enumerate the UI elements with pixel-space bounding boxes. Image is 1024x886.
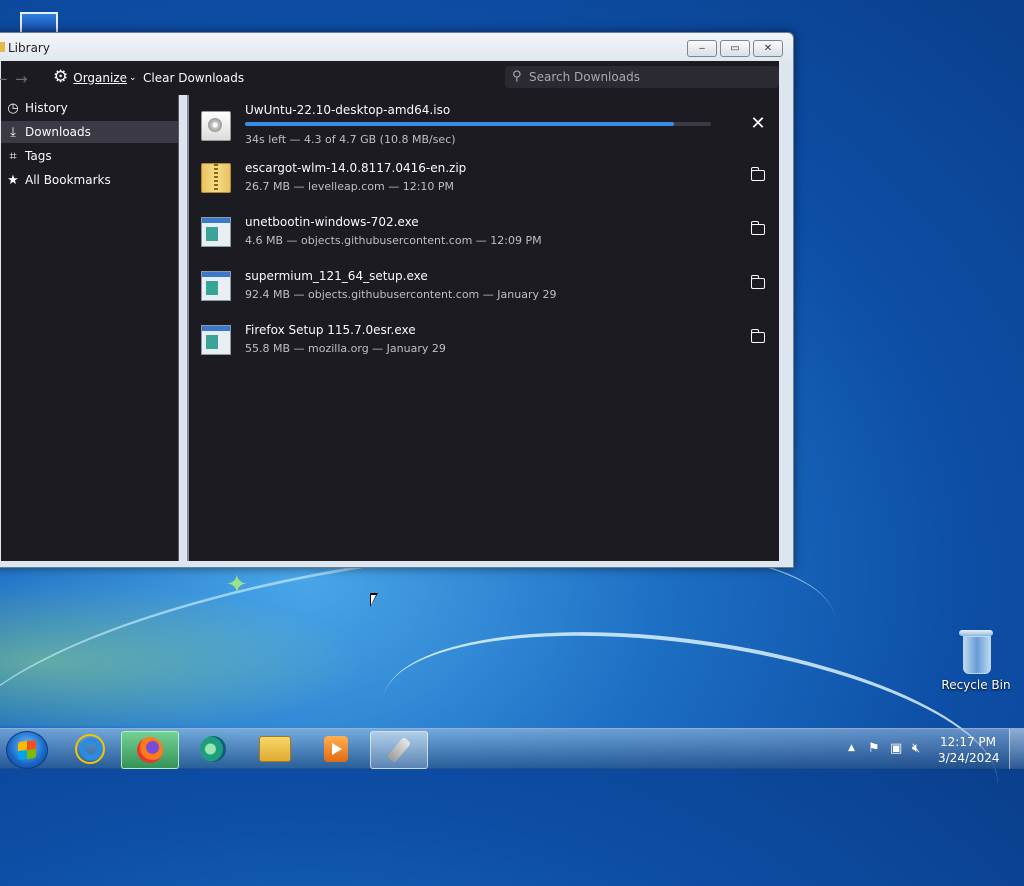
download-progress-bar [245, 122, 711, 126]
download-status: 55.8 MB — mozilla.org — January 29 [245, 342, 446, 355]
library-window: Library ‒ ▭ ✕ ← → ⚙ Organize ⌄ Clear Dow… [0, 32, 794, 568]
sidebar-item-tags[interactable]: ⌗ Tags [1, 145, 178, 167]
download-filename: UwUntu-22.10-desktop-amd64.iso [245, 103, 451, 117]
search-box[interactable]: ⚲ [505, 66, 779, 88]
organize-button[interactable]: ⚙ Organize ⌄ [53, 69, 137, 86]
progress-fill [245, 122, 674, 126]
tag-icon: ⌗ [9, 148, 17, 164]
wallpaper-leaf-icon: ✦ [226, 570, 248, 600]
download-row[interactable]: supermium_121_64_setup.exe 92.4 MB — obj… [189, 261, 779, 315]
sidebar-item-all-bookmarks[interactable]: ★ All Bookmarks [1, 169, 178, 191]
show-hidden-icons-icon[interactable]: ▲ [848, 743, 855, 753]
sidebar: ◷ History ⤓ Downloads ⌗ Tags ★ All Bookm… [1, 95, 179, 561]
download-row[interactable]: UwUntu-22.10-desktop-amd64.iso 34s left … [189, 97, 779, 151]
edge-icon [200, 736, 226, 762]
download-filename: unetbootin-windows-702.exe [245, 215, 419, 229]
folder-icon [751, 329, 765, 343]
show-in-folder-button[interactable] [747, 165, 769, 187]
sidebar-item-label: History [25, 101, 68, 115]
taskbar-media-player[interactable] [308, 731, 364, 767]
recycle-bin-icon [959, 630, 993, 674]
minimize-button[interactable]: ‒ [687, 40, 717, 57]
maximize-button[interactable]: ▭ [720, 40, 750, 57]
computer-desktop-icon[interactable] [14, 8, 60, 38]
show-in-folder-button[interactable] [747, 273, 769, 295]
recycle-bin-label: Recycle Bin [941, 678, 1011, 692]
sidebar-item-label: All Bookmarks [25, 173, 111, 187]
download-row[interactable]: unetbootin-windows-702.exe 4.6 MB — obje… [189, 207, 779, 261]
download-filename: escargot-wlm-14.0.8117.0416-en.zip [245, 161, 467, 175]
download-row[interactable]: escargot-wlm-14.0.8117.0416-en.zip 26.7 … [189, 153, 779, 207]
download-status: 4.6 MB — objects.githubusercontent.com —… [245, 234, 542, 247]
title-bar[interactable]: Library ‒ ▭ ✕ [0, 33, 793, 61]
disc-image-file-icon [201, 111, 231, 141]
window-title: Library [8, 41, 50, 55]
volume-muted-icon[interactable]: 🔇︎ [912, 741, 920, 756]
download-filename: Firefox Setup 115.7.0esr.exe [245, 323, 416, 337]
sidebar-item-history[interactable]: ◷ History [1, 97, 178, 119]
gear-icon: ⚙ [53, 67, 69, 87]
taskbar-firefox[interactable] [121, 731, 179, 769]
taskbar: ▲ ⚑ ▣ 🔇︎ 12:17 PM 3/24/2024 [0, 728, 1024, 769]
sidebar-item-label: Downloads [25, 125, 91, 139]
organize-label: Organize [73, 70, 128, 85]
download-filename: supermium_121_64_setup.exe [245, 269, 428, 283]
folder-icon [751, 221, 765, 235]
download-icon: ⤓ [10, 124, 16, 140]
sidebar-item-downloads[interactable]: ⤓ Downloads [1, 121, 178, 143]
taskbar-internet-explorer[interactable] [62, 731, 118, 767]
start-button[interactable] [6, 731, 48, 769]
executable-file-icon [201, 325, 231, 355]
download-status: 34s left — 4.3 of 4.7 GB (10.8 MB/sec) [245, 133, 456, 146]
download-status: 26.7 MB — levelleap.com — 12:10 PM [245, 180, 455, 193]
close-icon: ✕ [750, 113, 766, 134]
clock-time: 12:17 PM [940, 735, 996, 749]
clock-icon: ◷ [7, 100, 19, 116]
search-icon: ⚲ [512, 69, 522, 84]
show-in-folder-button[interactable] [747, 327, 769, 349]
recycle-bin[interactable]: Recycle Bin [940, 630, 1012, 692]
firefox-icon [137, 737, 163, 763]
folder-icon [751, 167, 765, 181]
back-arrow-icon[interactable]: ← [0, 70, 8, 88]
search-input[interactable] [529, 69, 769, 85]
clock[interactable]: 12:17 PM 3/24/2024 [938, 734, 1000, 766]
show-in-folder-button[interactable] [747, 219, 769, 241]
mouse-cursor-fill [371, 595, 376, 605]
cancel-download-button[interactable]: ✕ [747, 113, 769, 135]
internet-explorer-icon [75, 734, 105, 764]
clear-downloads-button[interactable]: Clear Downloads [143, 71, 244, 85]
star-icon: ★ [7, 172, 19, 188]
executable-file-icon [201, 217, 231, 247]
download-status: 92.4 MB — objects.githubusercontent.com … [245, 288, 557, 301]
network-icon[interactable]: ▣ [890, 741, 902, 756]
clock-date: 3/24/2024 [938, 751, 1000, 765]
close-window-button[interactable]: ✕ [753, 40, 783, 57]
taskbar-rocket-app[interactable] [370, 731, 428, 769]
taskbar-edge[interactable] [185, 731, 241, 767]
folder-icon [259, 736, 291, 762]
library-icon [0, 42, 5, 52]
action-center-flag-icon[interactable]: ⚑ [868, 741, 880, 756]
download-row[interactable]: Firefox Setup 115.7.0esr.exe 55.8 MB — m… [189, 315, 779, 369]
media-player-icon [324, 736, 348, 762]
chevron-down-icon: ⌄ [129, 72, 137, 83]
system-tray: ▲ ⚑ ▣ 🔇︎ 12:17 PM 3/24/2024 [834, 729, 1024, 769]
zip-file-icon [201, 163, 231, 193]
downloads-list: UwUntu-22.10-desktop-amd64.iso 34s left … [187, 95, 779, 561]
toolbar: ← → ⚙ Organize ⌄ Clear Downloads ⚲ [0, 61, 779, 95]
taskbar-file-explorer[interactable] [247, 731, 303, 767]
sidebar-item-label: Tags [25, 149, 52, 163]
folder-icon [751, 275, 765, 289]
forward-arrow-icon[interactable]: → [15, 70, 28, 88]
executable-file-icon [201, 271, 231, 301]
windows-logo-icon [18, 740, 36, 760]
show-desktop-button[interactable] [1009, 729, 1024, 769]
rocket-icon [386, 736, 412, 764]
